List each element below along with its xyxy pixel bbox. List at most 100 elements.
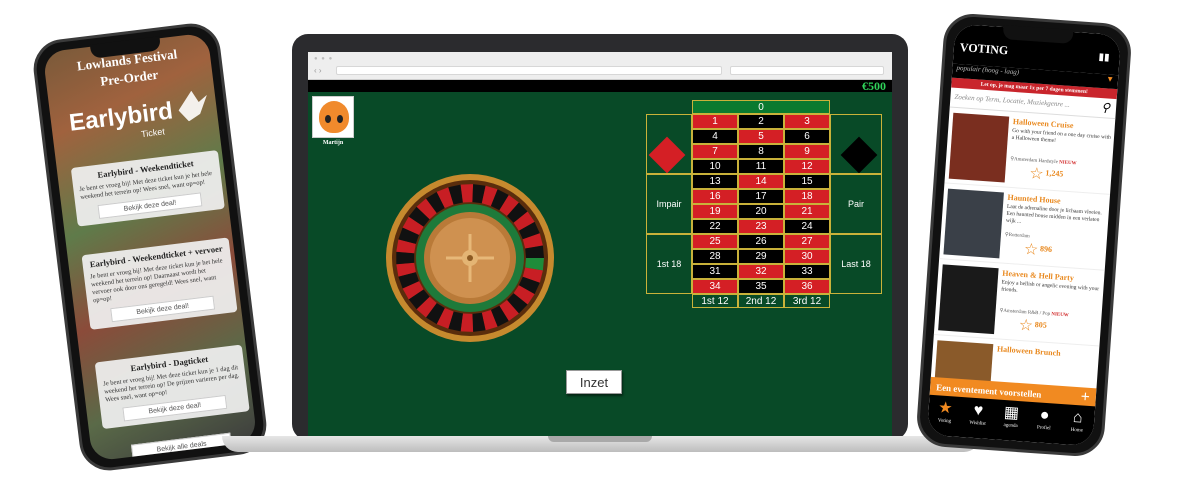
browser-toolbar: ● ● ● ‹ › xyxy=(308,52,892,80)
first-18-bet[interactable]: 1st 18 xyxy=(646,234,692,294)
filter-icon[interactable]: ▼ xyxy=(1106,74,1115,84)
preorder-screen: Lowlands Festival Pre-Order Earlybird Ti… xyxy=(42,32,258,462)
number-cell[interactable]: 16 xyxy=(692,189,738,204)
nav-label: Home xyxy=(1070,427,1084,434)
number-cell[interactable]: 7 xyxy=(692,144,738,159)
nav-item-voting[interactable]: ★ Voting xyxy=(929,398,961,425)
nav-item-agenda[interactable]: ▦ agenda xyxy=(995,403,1027,430)
nav-label: agenda xyxy=(1003,423,1018,430)
number-cell[interactable]: 33 xyxy=(784,264,830,279)
number-cell[interactable]: 13 xyxy=(692,174,738,189)
dozen-bet[interactable]: 1st 12 xyxy=(692,294,738,308)
number-cell[interactable]: 18 xyxy=(784,189,830,204)
number-cell[interactable]: 12 xyxy=(784,159,830,174)
vote-star-icon[interactable]: ☆ xyxy=(1029,163,1045,184)
number-cell[interactable]: 28 xyxy=(692,249,738,264)
number-cell[interactable]: 11 xyxy=(738,159,784,174)
deal-card: Earlybird - Weekendticket + vervoer Je b… xyxy=(81,237,238,330)
number-cell[interactable]: 19 xyxy=(692,204,738,219)
number-cell[interactable]: 29 xyxy=(738,249,784,264)
search-placeholder: Zoeken op Term, Locatie, Muziekgenre ... xyxy=(954,92,1071,109)
number-cell[interactable]: 4 xyxy=(692,129,738,144)
search-icon[interactable]: ⚲ xyxy=(1101,100,1111,116)
bird-icon xyxy=(176,89,209,122)
impair-bet[interactable]: Impair xyxy=(646,174,692,234)
avatar xyxy=(312,96,354,138)
right-phone: VOTING ▮▮ populair (hoog - laag) ▼ Let o… xyxy=(915,11,1133,459)
number-cell[interactable]: 14 xyxy=(738,174,784,189)
pair-bet[interactable]: Pair xyxy=(830,174,882,234)
vote-star-icon[interactable]: ☆ xyxy=(1018,315,1034,336)
number-cell[interactable]: 26 xyxy=(738,234,784,249)
event-list-item[interactable]: Haunted House Laat de adrenaline door je … xyxy=(939,183,1111,271)
dozen-bet[interactable]: 2nd 12 xyxy=(738,294,784,308)
number-cell[interactable]: 35 xyxy=(738,279,784,294)
earlybird-logo: Earlybird Ticket xyxy=(68,93,212,150)
nav-label: Voting xyxy=(937,418,952,425)
number-cell[interactable]: 3 xyxy=(784,114,830,129)
event-image[interactable] xyxy=(938,264,999,335)
wheel-pocket xyxy=(396,251,415,265)
number-cell[interactable]: 21 xyxy=(784,204,830,219)
nav-item-home[interactable]: ⌂ Home xyxy=(1062,407,1094,434)
number-cell[interactable]: 8 xyxy=(738,144,784,159)
event-description: Go with your friend on a one day cruise … xyxy=(1011,127,1112,144)
number-cell[interactable]: 34 xyxy=(692,279,738,294)
number-cell[interactable]: 1 xyxy=(692,114,738,129)
event-meta: ⚲Amsterdam R&B / Pop NIEUW xyxy=(999,307,1068,318)
last-18-bet[interactable]: Last 18 xyxy=(830,234,882,294)
star-icon: ★ xyxy=(937,399,954,418)
nav-item-wishlist[interactable]: ♥ Wishlist xyxy=(962,400,994,427)
vote-count: 1,245 xyxy=(1045,168,1064,179)
number-cell[interactable]: 30 xyxy=(784,249,830,264)
heart-icon: ♥ xyxy=(973,401,984,420)
event-list-item[interactable]: Heaven & Hell Party Enjoy a hellish or an… xyxy=(933,259,1105,347)
home-icon: ⌂ xyxy=(1072,408,1084,427)
earlybird-logo-sub: Ticket xyxy=(140,126,166,140)
betting-board: Impair Pair 1st 18 Last 18 0 1 2 3 4 5 6 7 8 9 10… xyxy=(646,100,882,308)
number-cell[interactable]: 2 xyxy=(738,114,784,129)
vote-star-icon[interactable]: ☆ xyxy=(1023,239,1039,260)
black-bet-area[interactable] xyxy=(830,114,882,174)
event-new-badge: NIEUW xyxy=(1058,160,1077,167)
back-forward-icon[interactable]: ‹ › xyxy=(314,66,322,75)
nav-item-profiel[interactable]: ● Profiel xyxy=(1029,405,1061,432)
voting-title: VOTING xyxy=(959,40,1009,58)
red-bet-area[interactable] xyxy=(646,114,692,174)
number-cell[interactable]: 5 xyxy=(738,129,784,144)
number-cell[interactable]: 10 xyxy=(692,159,738,174)
dozen-bet[interactable]: 3rd 12 xyxy=(784,294,830,308)
number-cell[interactable]: 17 xyxy=(738,189,784,204)
number-cell[interactable]: 22 xyxy=(692,219,738,234)
number-cell[interactable]: 32 xyxy=(738,264,784,279)
browser-search-field[interactable] xyxy=(730,66,884,75)
view-all-deals-button[interactable]: Bekijk alle deals xyxy=(130,432,233,461)
vote-count: 805 xyxy=(1034,319,1048,330)
event-image[interactable] xyxy=(943,188,1004,259)
player-name: Martijn xyxy=(322,140,344,146)
charmander-avatar-icon xyxy=(319,101,349,133)
number-cell[interactable]: 15 xyxy=(784,174,830,189)
number-cell[interactable]: 23 xyxy=(738,219,784,234)
number-cell[interactable]: 31 xyxy=(692,264,738,279)
event-list-item[interactable]: Halloween Cruise Go with your friend on a… xyxy=(944,107,1116,195)
voting-screen: VOTING ▮▮ populair (hoog - laag) ▼ Let o… xyxy=(926,23,1122,447)
number-cell[interactable]: 27 xyxy=(784,234,830,249)
number-cell[interactable]: 36 xyxy=(784,279,830,294)
event-name[interactable]: Halloween Brunch xyxy=(997,344,1061,357)
number-cell[interactable]: 6 xyxy=(784,129,830,144)
event-description: Enjoy a hellish or angelic evening with … xyxy=(1000,279,1100,294)
nav-label: Profiel xyxy=(1036,425,1051,432)
number-cell[interactable]: 24 xyxy=(784,219,830,234)
event-image[interactable] xyxy=(948,112,1010,183)
number-cell[interactable]: 9 xyxy=(784,144,830,159)
event-description: Laat de adrenaline door je lichaam vloei… xyxy=(1005,203,1103,225)
number-cell[interactable]: 25 xyxy=(692,234,738,249)
event-new-badge: NIEUW xyxy=(1051,312,1069,319)
nav-label: Wishlist xyxy=(969,420,986,427)
number-cell[interactable]: 20 xyxy=(738,204,784,219)
zero-cell[interactable]: 0 xyxy=(692,100,830,114)
place-bet-button[interactable]: Inzet xyxy=(566,370,622,394)
address-bar[interactable] xyxy=(336,66,722,75)
roulette-screen: ● ● ● ‹ › €500 Martijn Impair Pair 1st 1… xyxy=(308,52,892,438)
